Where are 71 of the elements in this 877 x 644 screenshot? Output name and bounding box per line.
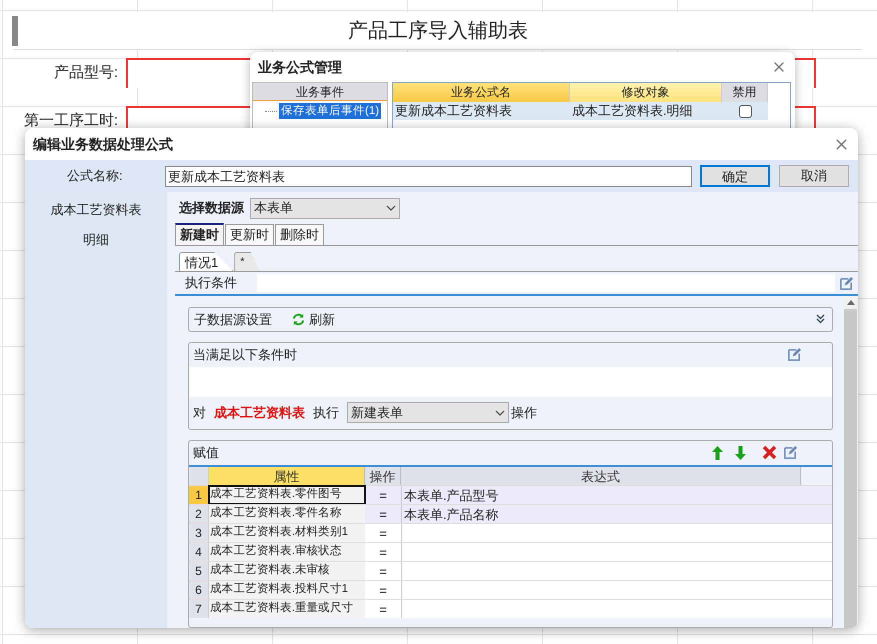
sidebar-item[interactable]: 明细 [83, 230, 109, 249]
table-cell-text: = [378, 506, 388, 523]
resize-handle[interactable] [12, 16, 18, 46]
field-label: 选择数据源 [179, 199, 244, 218]
checkbox[interactable] [738, 104, 752, 118]
row-number: 1 [189, 486, 209, 504]
chevron-down-icon [495, 410, 505, 416]
arrow-down-icon[interactable] [735, 446, 746, 460]
row-number: 4 [189, 542, 209, 561]
refresh-link[interactable]: 刷新 [309, 310, 335, 330]
edit-icon[interactable] [839, 276, 854, 290]
row-number: 6 [189, 580, 209, 599]
table-cell-text: = [378, 486, 388, 504]
dropdown[interactable]: 本表单 [250, 198, 400, 218]
column-header: 禁用 [722, 83, 768, 102]
table-name: 成本工艺资料表 [214, 404, 305, 422]
table-cell-text: = [378, 600, 388, 618]
column-header: 修改对象 [570, 83, 722, 102]
column-header: 属性 [209, 466, 365, 485]
column-header: 操作 [365, 466, 401, 485]
tab[interactable]: 删除时 [275, 224, 324, 245]
expand-icon[interactable] [816, 314, 825, 324]
table-cell-text: = [378, 582, 388, 599]
table-cell-text: = [378, 524, 388, 542]
section-label: 赋值 [193, 444, 219, 462]
row-number: 2 [189, 504, 209, 523]
field-label: 执行 [313, 404, 339, 422]
chevron-down-icon [386, 205, 396, 211]
row-number: 3 [189, 524, 209, 542]
scroll-up-icon[interactable] [846, 300, 854, 305]
tab[interactable]: 新建时 [175, 223, 224, 245]
table-cell: 成本工艺资料表.材料类别1 [209, 524, 365, 542]
column-header: 表达式 [401, 466, 801, 485]
edit-icon[interactable] [783, 445, 798, 460]
field-label: 对 [193, 404, 206, 422]
dialog-title: 业务公式管理 [258, 58, 342, 76]
field-label: 公式名称: [66, 167, 124, 186]
row-number: 7 [189, 600, 209, 618]
field-label: 操作 [511, 404, 537, 422]
column-header: 业务事件 [253, 83, 387, 101]
arrow-up-icon[interactable] [712, 446, 723, 460]
dialog-button[interactable]: 确定 [700, 165, 770, 187]
dialog-button[interactable]: 取消 [779, 165, 849, 187]
table-cell-text: = [378, 562, 388, 580]
table-cell-text: 更新成本工艺资料表 [394, 102, 513, 120]
refresh-icon[interactable] [292, 312, 305, 326]
sidebar-item[interactable]: 成本工艺资料表 [50, 200, 142, 220]
table-cell: 成本工艺资料表.零件图号 [209, 486, 365, 504]
dialog-title: 编辑业务数据处理公式 [33, 134, 173, 154]
table-cell: 成本工艺资料表.审核状态 [209, 542, 365, 561]
table-cell: 成本工艺资料表.零件名称 [209, 504, 365, 523]
tree-item[interactable]: 保存表单后事件(1) [279, 103, 382, 119]
dropdown[interactable]: 新建表单 [347, 402, 509, 424]
field-label: 执行条件 [184, 274, 238, 292]
table-cell: 成本工艺资料表.未审核 [209, 562, 365, 580]
table-cell: 成本工艺资料表.重量或尺寸 [209, 600, 365, 618]
delete-icon[interactable] [762, 445, 777, 460]
sheet-title: 产品工序导入辅助表 [348, 18, 528, 44]
scrollbar[interactable] [843, 296, 858, 628]
section-label: 子数据源设置 [194, 310, 272, 329]
input-field[interactable]: 更新成本工艺资料表 [165, 166, 692, 186]
tab[interactable]: 更新时 [225, 224, 274, 245]
table-cell-text: = [378, 544, 388, 561]
table-cell: 成本工艺资料表.投料尺寸1 [209, 580, 365, 599]
column-header: 业务公式名 [393, 83, 570, 102]
tab[interactable]: 情况1 [179, 252, 234, 271]
edit-icon[interactable] [787, 347, 802, 362]
tab[interactable]: * [234, 252, 260, 271]
section-label: 当满足以下条件时 [193, 346, 297, 364]
row-number: 5 [189, 562, 209, 580]
table-cell-text: 成本工艺资料表.明细 [571, 102, 694, 120]
